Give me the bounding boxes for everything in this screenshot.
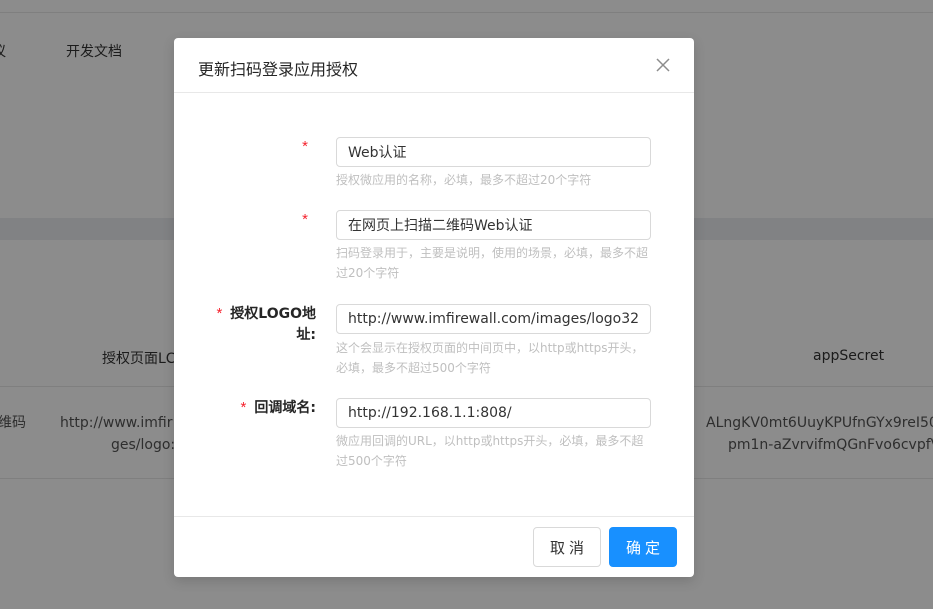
required-mark: * <box>240 399 247 416</box>
modal-title: 更新扫码登录应用授权 <box>198 60 359 79</box>
close-icon <box>656 58 670 72</box>
confirm-button[interactable]: 确定 <box>609 527 677 567</box>
modal-footer: 取消 确定 <box>174 516 694 578</box>
modal-header: 更新扫码登录应用授权 <box>174 38 694 93</box>
logo-url-help: 这个会显示在授权页面的中间页中，以http或https开头，必填，最多不超过50… <box>336 341 644 375</box>
field-logo-url-label: * 授权LOGO地 址: <box>216 305 316 343</box>
required-mark: * <box>302 211 308 228</box>
field-callback-domain-label: * 回调域名: <box>240 399 316 416</box>
update-app-modal: 更新扫码登录应用授权 * 授权微应用的名称，必填，最多不超过20个字符 * 扫码… <box>174 38 694 577</box>
description-input[interactable] <box>336 210 651 240</box>
close-button[interactable] <box>650 52 676 78</box>
description-help: 扫码登录用于，主要是说明，使用的场景，必填，最多不超过20个字符 <box>336 246 649 280</box>
cancel-button[interactable]: 取消 <box>533 527 601 567</box>
app-name-input[interactable] <box>336 137 651 167</box>
required-mark: * <box>302 138 308 155</box>
callback-domain-help: 微应用回调的URL，以http或https开头，必填，最多不超过500个字符 <box>336 434 644 468</box>
field-description-label: * <box>302 209 316 231</box>
logo-url-input[interactable] <box>336 304 651 334</box>
field-app-name-label: * <box>302 136 316 158</box>
required-mark: * <box>216 305 223 322</box>
callback-domain-input[interactable] <box>336 398 651 428</box>
app-name-help: 授权微应用的名称，必填，最多不超过20个字符 <box>336 173 592 187</box>
